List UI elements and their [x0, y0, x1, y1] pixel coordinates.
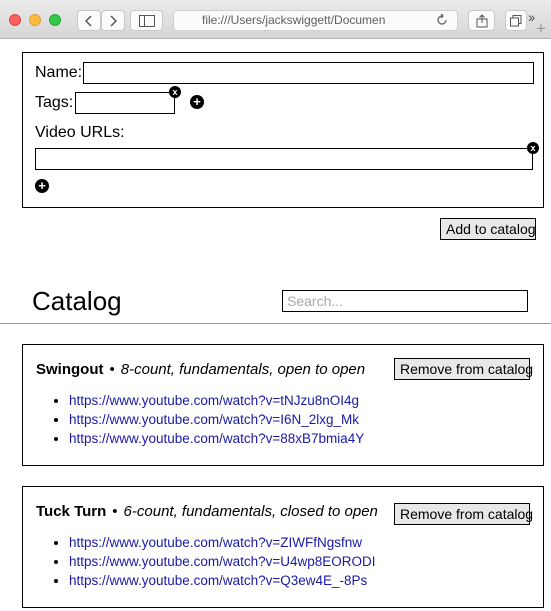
- tag-field[interactable]: [75, 92, 175, 114]
- name-field[interactable]: [83, 62, 534, 84]
- minimize-window-button[interactable]: [29, 14, 41, 26]
- tabs-overview-button[interactable]: [505, 10, 527, 31]
- back-button[interactable]: [77, 10, 101, 31]
- add-tag-icon[interactable]: +: [190, 95, 204, 109]
- new-item-form: Name: Tags: x + Video URLs: x +: [22, 52, 544, 208]
- video-url-list: https://www.youtube.com/watch?v=ZIWFfNgs…: [23, 533, 376, 590]
- tabs-icon: [510, 14, 522, 26]
- sidebar-button[interactable]: [130, 10, 163, 31]
- browser-toolbar: file:///Users/jackswiggett/Documen ›› +: [0, 0, 551, 39]
- video-url-list: https://www.youtube.com/watch?v=tNJzu8nO…: [23, 391, 364, 448]
- video-url-field[interactable]: [35, 148, 533, 170]
- add-url-icon[interactable]: +: [35, 179, 49, 193]
- list-item: https://www.youtube.com/watch?v=tNJzu8nO…: [69, 391, 364, 410]
- sidebar-icon: [138, 14, 155, 27]
- video-link[interactable]: https://www.youtube.com/watch?v=88xB7bmi…: [69, 431, 364, 446]
- tags-label: Tags:: [35, 94, 74, 111]
- remove-url-icon[interactable]: x: [527, 142, 539, 154]
- list-item: https://www.youtube.com/watch?v=ZIWFfNgs…: [69, 533, 376, 552]
- separator-dot: •: [112, 503, 118, 520]
- new-tab-icon[interactable]: +: [536, 19, 546, 39]
- catalog-title: Catalog: [32, 286, 122, 316]
- share-button[interactable]: [468, 10, 495, 31]
- section-divider: [0, 323, 551, 324]
- share-icon: [476, 13, 487, 27]
- overflow-chevron-icon[interactable]: ››: [528, 9, 535, 25]
- catalog-item: Tuck Turn • 6-count, fundamentals, closed …: [22, 486, 544, 608]
- video-link[interactable]: https://www.youtube.com/watch?v=tNJzu8nO…: [69, 393, 359, 408]
- catalog-item-name: Tuck Turn: [36, 503, 107, 520]
- video-urls-label: Video URLs:: [35, 124, 125, 141]
- name-label: Name:: [35, 64, 83, 81]
- catalog-item-header: Tuck Turn • 6-count, fundamentals, closed …: [36, 503, 378, 520]
- add-to-catalog-button[interactable]: Add to catalog: [440, 218, 536, 240]
- remove-from-catalog-button[interactable]: Remove from catalog: [394, 358, 533, 380]
- chevron-right-icon: [110, 14, 117, 27]
- close-window-button[interactable]: [9, 14, 21, 26]
- catalog-item-name: Swingout: [36, 361, 104, 378]
- reload-icon[interactable]: [435, 13, 449, 27]
- list-item: https://www.youtube.com/watch?v=88xB7bmi…: [69, 429, 364, 448]
- catalog-item-header: Swingout • 8-count, fundamentals, open to …: [36, 361, 365, 378]
- search-input[interactable]: [282, 290, 528, 312]
- list-item: https://www.youtube.com/watch?v=Q3ew4E_-…: [69, 571, 376, 590]
- address-text: file:///Users/jackswiggett/Documen: [202, 13, 386, 27]
- catalog-item-tags: 6-count, fundamentals, closed to open: [123, 503, 378, 520]
- remove-tag-icon[interactable]: x: [169, 86, 181, 98]
- remove-from-catalog-button[interactable]: Remove from catalog: [394, 503, 533, 525]
- video-link[interactable]: https://www.youtube.com/watch?v=Q3ew4E_-…: [69, 573, 367, 588]
- video-link[interactable]: https://www.youtube.com/watch?v=ZIWFfNgs…: [69, 535, 362, 550]
- forward-button[interactable]: [101, 10, 125, 31]
- address-bar[interactable]: file:///Users/jackswiggett/Documen: [173, 10, 458, 31]
- catalog-item: Swingout • 8-count, fundamentals, open to …: [22, 344, 544, 466]
- video-link[interactable]: https://www.youtube.com/watch?v=I6N_2lxg…: [69, 412, 359, 427]
- video-link[interactable]: https://www.youtube.com/watch?v=U4wp8EOR…: [69, 554, 376, 569]
- list-item: https://www.youtube.com/watch?v=U4wp8EOR…: [69, 552, 376, 571]
- zoom-window-button[interactable]: [49, 14, 61, 26]
- separator-dot: •: [109, 361, 115, 378]
- catalog-item-tags: 8-count, fundamentals, open to open: [120, 361, 366, 378]
- chevron-left-icon: [85, 14, 92, 27]
- list-item: https://www.youtube.com/watch?v=I6N_2lxg…: [69, 410, 364, 429]
